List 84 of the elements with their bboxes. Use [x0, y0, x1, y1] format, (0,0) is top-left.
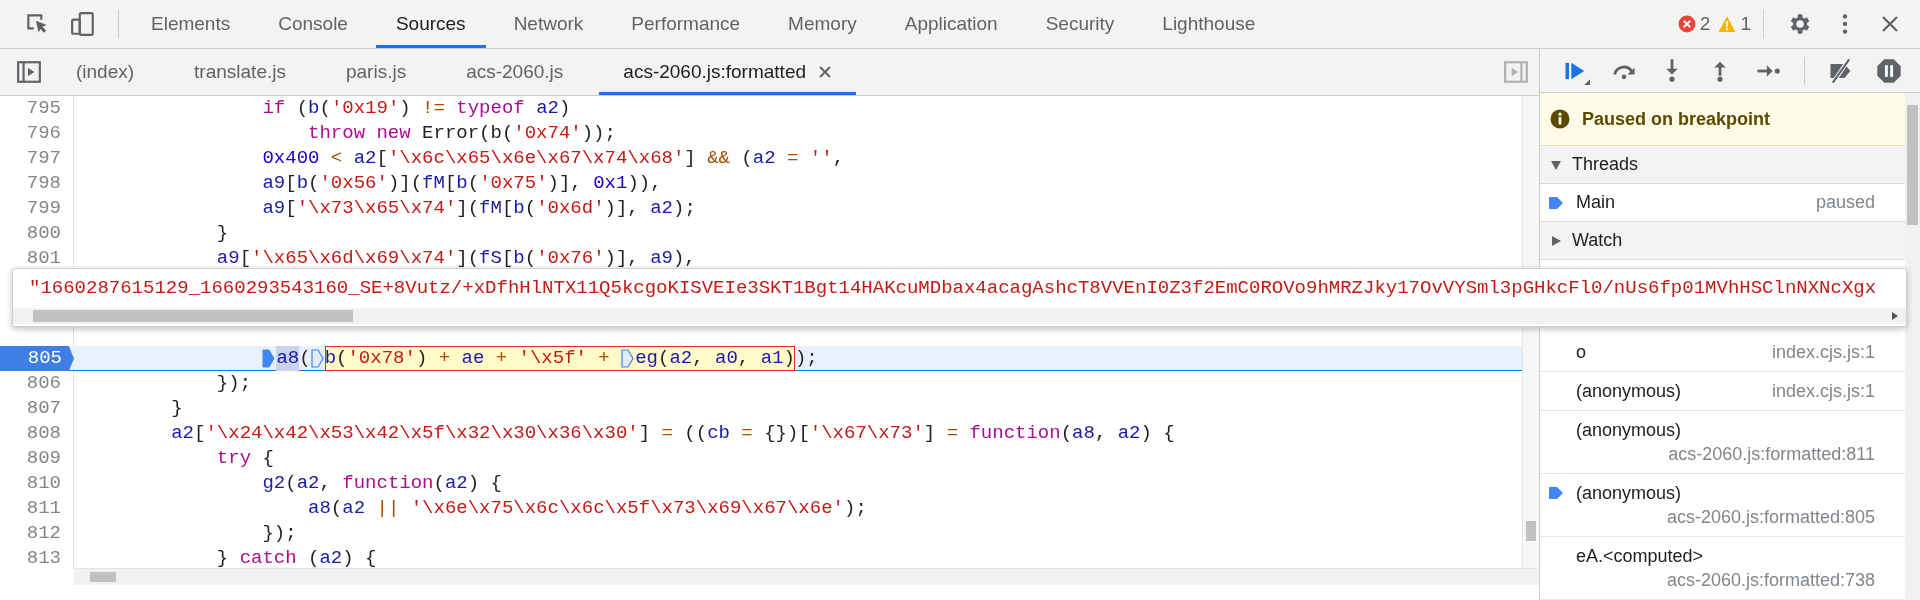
pause-on-exceptions-icon[interactable]	[1875, 56, 1903, 85]
code-line: throw new Error(b('0x74'));	[308, 121, 616, 146]
line-number: 808	[0, 421, 74, 446]
line-number: 810	[0, 471, 74, 496]
horizontal-scrollbar[interactable]	[74, 568, 1539, 585]
call-stack-frame[interactable]: o index.cjs.js:1	[1540, 333, 1905, 372]
section-title: Threads	[1572, 154, 1639, 175]
tooltip-scrollbar[interactable]	[13, 308, 1906, 324]
file-tab[interactable]: (index)	[52, 49, 159, 95]
frame-location: acs-2060.js:formatted:811	[1668, 443, 1875, 466]
line-number: 796	[0, 121, 74, 146]
code-line: }	[171, 396, 183, 421]
code-text: (	[299, 346, 311, 371]
section-title: Watch	[1572, 230, 1623, 251]
line-number: 812	[0, 521, 74, 546]
section-header[interactable]: Watch	[1540, 222, 1905, 260]
panel-tab[interactable]: Security	[1025, 0, 1135, 48]
code-text: eg(a2, a0, a1)	[635, 346, 795, 371]
file-tab[interactable]: translate.js	[170, 49, 310, 95]
thread-status: paused	[1815, 192, 1875, 213]
frame-location: index.cjs.js:1	[1771, 380, 1875, 403]
code-line: } catch (a2) {	[216, 546, 377, 568]
code-line: a8(a2 || '\x6e\x75\x6c\x6c\x5f\x73\x69\x67\x6e');	[308, 496, 867, 521]
frame-location: index.cjs.js:1	[1771, 341, 1875, 364]
thread-name: Main	[1576, 192, 1615, 213]
inline-breakpoint-icon[interactable]	[621, 349, 635, 368]
code-line: });	[262, 521, 297, 546]
sidebar-scrollbar[interactable]	[1905, 93, 1920, 600]
string-value: "1660287615129_1660293543160_SE+8Vutz/+xDfhHlNTX11Q5kcgoKISVEIe3SKT1Bgt14HAKcuMDbax4acagAshcT8VVEnI0Z3f2EmC0ROVo9hMRZJky17OvVYSml3pGHkcFl0/nUs6fp01MVhHSClnNXNcXgx	[28, 276, 1878, 301]
file-tab[interactable]: acs-2060.js:formatted	[599, 49, 856, 95]
code-line: a9[b('0x56')](fM[b('0x75')], 0x1)),	[262, 171, 662, 196]
line-number: 806	[0, 371, 74, 396]
frame-function: (anonymous)	[1576, 419, 1682, 442]
code-line: });	[216, 371, 252, 396]
line-number: 797	[0, 146, 74, 171]
file-tab[interactable]: acs-2060.js	[442, 49, 588, 95]
code-line: a2['\x24\x42\x53\x42\x5f\x32\x30\x36\x30'] = ((cb = {})['\x67\x73'] = function(a8, a2) {	[171, 421, 1175, 446]
code-line: }	[216, 221, 229, 246]
line-number: 807	[0, 396, 74, 421]
frame-function: o	[1576, 341, 1586, 364]
panel-tab[interactable]: Memory	[768, 0, 877, 48]
line-number: 798	[0, 171, 74, 196]
frame-function: eA.<computed>	[1576, 545, 1704, 568]
frame-location: acs-2060.js:formatted:805	[1666, 506, 1875, 529]
device-toolbar-icon[interactable]	[70, 11, 96, 37]
code-line: a9['\x65\x6d\x69\x74'](fS[b('0x76')], a9),	[216, 246, 696, 271]
paused-message: Paused on breakpoint	[1582, 108, 1771, 130]
debugger-toggle-icon[interactable]	[1503, 59, 1529, 85]
code-text: );	[794, 346, 818, 371]
panel-tab[interactable]: Lighthouse	[1142, 0, 1276, 48]
frame-function: (anonymous)	[1576, 380, 1682, 403]
line-number: 811	[0, 496, 74, 521]
collapsed-triangle-icon	[1550, 234, 1562, 247]
panel-tab[interactable]: Elements	[131, 0, 251, 48]
line-number: 809	[0, 446, 74, 471]
highlighted-variable: a8	[276, 346, 300, 371]
code-line: g2(a2, function(a2) {	[262, 471, 502, 496]
close-tab-icon[interactable]	[818, 65, 832, 79]
warning-count[interactable]: 1	[1740, 13, 1751, 35]
scroll-right-arrow-icon[interactable]	[1892, 312, 1898, 320]
info-icon	[1550, 109, 1570, 129]
breakpoint-line-number[interactable]: 805	[0, 346, 74, 371]
error-count[interactable]: 2	[1699, 13, 1711, 35]
code-line: if (b('0x19') != typeof a2)	[262, 96, 571, 121]
line-number: 795	[0, 96, 74, 121]
code-text: b('0x78') + ae + '\x5f' +	[324, 346, 611, 371]
file-tab[interactable]: paris.js	[321, 49, 431, 95]
warning-icon	[1718, 15, 1737, 33]
code-line: a9['\x73\x65\x74'](fM[b('0x6d')], a2);	[262, 196, 696, 221]
panel-tab[interactable]: Application	[884, 0, 1018, 48]
navigator-toggle-icon[interactable]	[16, 59, 42, 85]
panel-tab[interactable]: Performance	[611, 0, 761, 48]
code-line: try {	[216, 446, 274, 471]
section-header[interactable]: Threads	[1540, 146, 1905, 184]
line-number: 799	[0, 196, 74, 221]
frame-function: (anonymous)	[1576, 482, 1682, 505]
call-stack-frame[interactable]: (anonymous) index.cjs.js:1	[1540, 372, 1905, 411]
code-line: 0x400 < a2['\x6c\x65\x6e\x67\x74\x68'] && (a2 = '',	[262, 146, 845, 171]
panel-tab[interactable]: Console	[258, 0, 368, 48]
line-number: 800	[0, 221, 74, 246]
frame-location: acs-2060.js:formatted:738	[1666, 569, 1875, 592]
error-icon	[1677, 15, 1696, 33]
expanded-triangle-icon	[1550, 158, 1562, 171]
panel-tab[interactable]: Network	[493, 0, 604, 48]
